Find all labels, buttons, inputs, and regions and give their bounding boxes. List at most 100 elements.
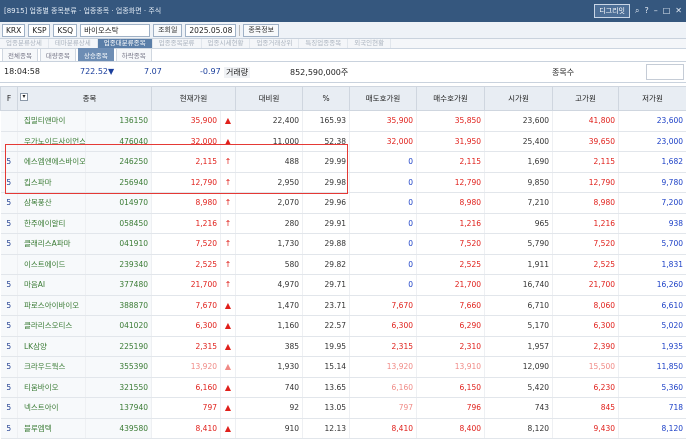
col-header-diff[interactable]: 대비원 [235, 86, 304, 111]
market-select-krx[interactable]: KRX [2, 23, 26, 37]
sub-tab[interactable]: 하락종목 [115, 48, 152, 61]
date-input[interactable]: 2025.05.08 [185, 23, 237, 37]
category-tab[interactable]: 업종시세현황 [202, 39, 251, 48]
stock-info-button[interactable]: 종목정보 [243, 23, 280, 37]
stock-name: 크라우드웍스 [17, 356, 86, 378]
high-price: 12,790 [552, 172, 620, 193]
change-rate: 15.14 [302, 356, 351, 378]
table-row[interactable]: 5 삼목풍산 014970 8,980 ↑ 2,070 29.96 0 8,980 7,210 8,… [0, 192, 686, 214]
low-price: 23,600 [618, 110, 686, 132]
category-tab[interactable]: 업종분류상세 [0, 39, 49, 48]
stock-name: 클라리스오티스 [17, 315, 86, 337]
col-header-bid[interactable]: 매수호가원 [416, 86, 486, 111]
category-tab[interactable]: 특징업종종목 [299, 39, 349, 48]
high-price: 2,390 [552, 336, 620, 357]
stock-code: 239340 [85, 254, 152, 275]
bid-price: 12,790 [416, 172, 486, 193]
sub-tab[interactable]: 상승종목 [77, 48, 114, 61]
category-tab[interactable]: 외국인현황 [348, 39, 392, 48]
category-tab[interactable]: 테마분류상세 [49, 39, 98, 48]
col-header-name-label: 종목 [82, 94, 97, 103]
col-header-pct[interactable]: % [302, 86, 351, 111]
high-price: 9,430 [552, 418, 620, 439]
table-row[interactable]: 이스트에이드 239340 2,525 ↑ 580 29.82 0 2,525 1,911 2,5… [0, 254, 686, 275]
title-box-button[interactable]: 디그리잇 [594, 4, 630, 18]
help-icon[interactable]: ? [644, 6, 648, 16]
stock-name: 이스트에이드 [17, 254, 86, 275]
col-header-ask[interactable]: 매도호가원 [349, 86, 418, 111]
stock-name: 넥스트아이 [17, 397, 86, 419]
stock-name: LK삼양 [17, 336, 86, 357]
table-row[interactable]: 5 크라우드웍스 355390 13,920 ▲ 1,930 15.14 13,920 13,9… [0, 356, 686, 378]
col-header-price[interactable]: 현재가원 [150, 86, 237, 111]
current-price: 13,920 [151, 356, 221, 378]
stock-count-field[interactable] [646, 64, 684, 80]
col-header-open[interactable]: 시가원 [484, 86, 554, 111]
table-row[interactable]: 5 클래리스A파마 041910 7,520 ↑ 1,730 29.88 0 7,520 5,79… [0, 233, 686, 255]
change-sign-icon: ▲ [220, 377, 237, 398]
col-header-high[interactable]: 고가원 [552, 86, 620, 111]
col-header-low[interactable]: 저가원 [618, 86, 686, 111]
current-price: 7,670 [151, 295, 221, 316]
change-value: 1,470 [235, 295, 304, 316]
table-row[interactable]: 5 마음AI 377480 21,700 ↑ 4,970 29.71 0 21,700 16,74… [0, 274, 686, 296]
col-header-f[interactable]: F [0, 86, 18, 111]
index-value: 722.52 [80, 67, 108, 76]
stock-name: 킵스파마 [17, 172, 86, 193]
category-tab[interactable]: 업종거래상위 [250, 39, 300, 48]
table-row[interactable]: 5 LK삼양 225190 2,315 ▲ 385 19.95 2,315 2,310 1,957… [0, 336, 686, 357]
high-price: 15,500 [552, 356, 620, 378]
change-rate: 13.65 [302, 377, 351, 398]
low-price: 8,120 [618, 418, 686, 439]
maximize-icon[interactable]: □ [663, 6, 671, 16]
open-price: 743 [484, 397, 554, 419]
change-rate: 22.57 [302, 315, 351, 337]
sector-input[interactable]: 바이오스탁 [80, 23, 151, 37]
category-tab[interactable]: 업종종목분류 [153, 39, 202, 48]
table-row[interactable]: 5 파로스아이바이오 388870 7,670 ▲ 1,470 23.71 7,670 7,66… [0, 295, 686, 316]
bid-price: 2,525 [416, 254, 486, 275]
close-icon[interactable]: ✕ [675, 6, 682, 16]
change-sign-icon: ↑ [220, 151, 237, 173]
row-flag: 5 [0, 172, 18, 193]
market-select-ksq[interactable]: KSQ [53, 23, 78, 37]
table-row[interactable]: 5 에스엠엔에스바이오 246250 2,115 ↑ 488 29.99 0 2,115 1,69… [0, 151, 686, 173]
stock-name: 우가노이드사이언스 [17, 131, 86, 152]
filter-icon[interactable]: ▾ [20, 93, 28, 101]
stock-name: 한주에이알티 [17, 213, 86, 234]
change-value: 385 [235, 336, 304, 357]
query-date-button[interactable]: 조회일 [153, 23, 183, 37]
table-row[interactable]: 5 넥스트아이 137940 797 ▲ 92 13.05 797 796 743 845 718 [0, 397, 686, 419]
change-rate: 12.13 [302, 418, 351, 439]
table-row[interactable]: 5 킵스파마 256940 12,790 ↑ 2,950 29.98 0 12,790 9,850… [0, 172, 686, 193]
table-row[interactable]: 5 한주에이알티 058450 1,216 ↑ 280 29.91 0 1,216 965 1,21… [0, 213, 686, 234]
minimize-icon[interactable]: – [654, 6, 658, 16]
stock-table: F ▾ 종목 현재가원 대비원 % 매도호가원 매수호가원 시가원 고가원 저가… [0, 86, 686, 440]
current-price: 32,000 [151, 131, 221, 152]
stock-code: 246250 [85, 151, 152, 173]
search-icon[interactable]: ⌕ [635, 6, 639, 16]
col-header-name[interactable]: ▾ 종목 [17, 86, 152, 111]
table-row[interactable]: 5 티움바이오 321550 6,160 ▲ 740 13.65 6,160 6,150 5,42… [0, 377, 686, 398]
row-flag: 5 [0, 151, 18, 173]
index-change: 7.07 [144, 67, 162, 76]
table-row[interactable]: 5 클라리스오티스 041020 6,300 ▲ 1,160 22.57 6,300 6,290… [0, 315, 686, 337]
ask-price: 0 [349, 151, 418, 173]
index-rate: -0.97 [200, 67, 221, 76]
change-sign-icon: ▲ [220, 295, 237, 316]
title-bar: [8915] 업종별 종목분류 · 업종종목 · 업종화면 · 주식 디그리잇 … [0, 0, 686, 22]
change-value: 92 [235, 397, 304, 419]
category-tab[interactable]: 업종대분류종목 [97, 39, 153, 48]
sub-tab[interactable]: 전체종목 [2, 48, 38, 61]
ask-price: 32,000 [349, 131, 418, 152]
market-select-ksp[interactable]: KSP [28, 23, 51, 37]
row-flag: 5 [0, 233, 18, 255]
high-price: 6,300 [552, 315, 620, 337]
row-flag [0, 131, 18, 152]
table-row[interactable]: 우가노이드사이언스 476040 32,000 ▲ 11,000 52.38 32,000 3… [0, 131, 686, 152]
table-row[interactable]: 5 블루엠텍 439580 8,410 ▲ 910 12.13 8,410 8,400 8,120… [0, 418, 686, 439]
table-row[interactable]: 집밀티앤마이 136150 35,900 ▲ 22,400 165.93 35,900 35,… [0, 110, 686, 132]
stock-code: 355390 [85, 356, 152, 378]
bid-price: 1,216 [416, 213, 486, 234]
sub-tab[interactable]: 대량종목 [39, 48, 76, 61]
